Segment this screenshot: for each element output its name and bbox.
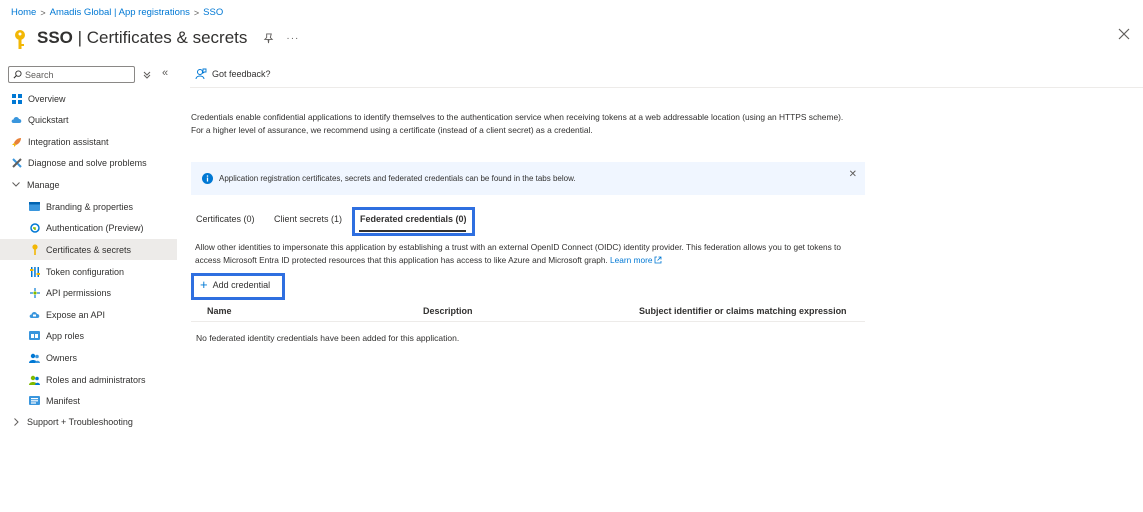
sidebar-item-label: Certificates & secrets (46, 244, 132, 255)
sidebar-section-support[interactable]: Support + Troubleshooting (0, 411, 177, 432)
external-link-icon (655, 256, 662, 263)
pin-icon[interactable] (263, 32, 274, 44)
more-options-icon[interactable]: ··· (286, 33, 299, 44)
sidebar-item-label: App roles (46, 330, 85, 341)
learn-more-label: Learn more (610, 254, 653, 265)
cloud-icon (11, 114, 22, 125)
grid-icon (11, 93, 22, 104)
sidebar-item-label: API permissions (46, 287, 112, 298)
chevron-right-icon (11, 417, 21, 426)
table-header-divider (191, 321, 865, 322)
add-credential-button[interactable]: + Add credential (200, 277, 271, 292)
owners-icon (29, 352, 40, 363)
rocket-icon (11, 136, 22, 147)
add-credential-label: Add credential (212, 280, 271, 290)
plus-icon: + (200, 277, 208, 292)
sidebar-item-label: Manifest (46, 395, 81, 406)
key-icon (15, 30, 25, 49)
app-roles-icon (29, 330, 40, 341)
collapse-sidebar-icon[interactable]: « (162, 67, 168, 79)
wrench-icon (11, 157, 22, 168)
dismiss-banner-icon[interactable]: ✕ (849, 169, 857, 180)
column-header-description[interactable]: Description (423, 306, 473, 316)
sidebar-item-diagnose[interactable]: Diagnose and solve problems (0, 152, 177, 173)
federated-description: Allow other identities to impersonate th… (195, 241, 855, 266)
page-title: SSO | Certificates & secrets (37, 28, 247, 48)
tab-certificates[interactable]: Certificates (0) (196, 214, 255, 224)
sidebar-item-owners[interactable]: Owners (0, 347, 177, 368)
sidebar-item-label: Quickstart (28, 114, 69, 125)
sidebar-item-expose-api[interactable]: Expose an API (0, 304, 177, 325)
feedback-button[interactable]: Got feedback? (195, 68, 271, 80)
sidebar-item-api-permissions[interactable]: API permissions (0, 282, 177, 303)
sidebar-item-branding[interactable]: Branding & properties (0, 196, 177, 217)
sidebar-item-integration-assistant[interactable]: Integration assistant (0, 131, 177, 152)
feedback-label: Got feedback? (212, 69, 271, 79)
sidebar-item-label: Owners (46, 352, 78, 363)
sidebar-item-label: Manage (27, 179, 60, 190)
sidebar-item-manifest[interactable]: Manifest (0, 390, 177, 411)
search-icon (13, 70, 22, 79)
page-header: SSO | Certificates & secrets ··· (11, 25, 299, 51)
breadcrumb-sso[interactable]: SSO (203, 7, 223, 18)
sidebar-item-label: Expose an API (46, 309, 106, 320)
breadcrumb: Home > Amadis Global | App registrations… (11, 7, 223, 18)
sidebar-item-label: Integration assistant (28, 136, 109, 147)
cloud-api-icon (29, 309, 40, 320)
sidebar-item-label: Diagnose and solve problems (28, 157, 147, 168)
sidebar-item-label: Authentication (Preview) (46, 222, 144, 233)
toolbar-divider (190, 87, 1143, 88)
info-banner-text: Application registration certificates, s… (219, 174, 576, 183)
sidebar-item-label: Branding & properties (46, 201, 134, 212)
sidebar-item-label: Support + Troubleshooting (27, 416, 133, 427)
page-title-app: SSO (37, 28, 73, 47)
breadcrumb-app-registrations[interactable]: Amadis Global | App registrations (50, 7, 190, 18)
page-title-section: | Certificates & secrets (72, 28, 248, 47)
sidebar-item-label: Overview (28, 93, 66, 104)
sidebar-item-certificates-secrets[interactable]: Certificates & secrets (0, 239, 177, 260)
empty-table-message: No federated identity credentials have b… (196, 333, 460, 343)
sidebar-item-app-roles[interactable]: App roles (0, 325, 177, 346)
column-header-subject-identifier[interactable]: Subject identifier or claims matching ex… (639, 306, 847, 316)
chevron-down-icon (11, 182, 21, 187)
key-icon (29, 244, 40, 255)
learn-more-link[interactable]: Learn more (610, 255, 662, 265)
breadcrumb-separator: > (40, 7, 46, 18)
sidebar-item-overview[interactable]: Overview (0, 88, 177, 109)
sidebar-section-manage[interactable]: Manage (0, 174, 177, 195)
close-icon[interactable] (1118, 28, 1130, 40)
sidebar-item-authentication[interactable]: Authentication (Preview) (0, 217, 177, 238)
tab-client-secrets[interactable]: Client secrets (1) (274, 214, 342, 224)
branding-icon (29, 201, 40, 212)
sidebar-item-roles-administrators[interactable]: Roles and administrators (0, 369, 177, 390)
permissions-icon (29, 287, 40, 298)
feedback-icon (195, 68, 207, 80)
breadcrumb-separator: > (193, 7, 200, 18)
sidebar-item-label: Token configuration (46, 266, 125, 277)
info-banner: Application registration certificates, s… (191, 162, 865, 195)
federated-description-text: Allow other identities to impersonate th… (195, 242, 841, 265)
breadcrumb-home[interactable]: Home (11, 7, 36, 18)
sidebar-search-box[interactable] (8, 66, 135, 83)
authentication-icon (29, 222, 40, 233)
token-icon (29, 266, 40, 277)
sidebar-search-input[interactable] (25, 69, 125, 80)
intro-text: Credentials enable confidential applicat… (191, 112, 844, 135)
sidebar-item-token-configuration[interactable]: Token configuration (0, 261, 177, 282)
column-header-name[interactable]: Name (207, 306, 232, 316)
manifest-icon (29, 395, 40, 406)
tab-highlight-box (352, 207, 475, 236)
filter-icon[interactable] (143, 70, 151, 80)
info-icon (202, 173, 213, 184)
roles-icon (29, 374, 40, 385)
sidebar-item-quickstart[interactable]: Quickstart (0, 109, 177, 130)
sidebar-item-label: Roles and administrators (46, 374, 146, 385)
